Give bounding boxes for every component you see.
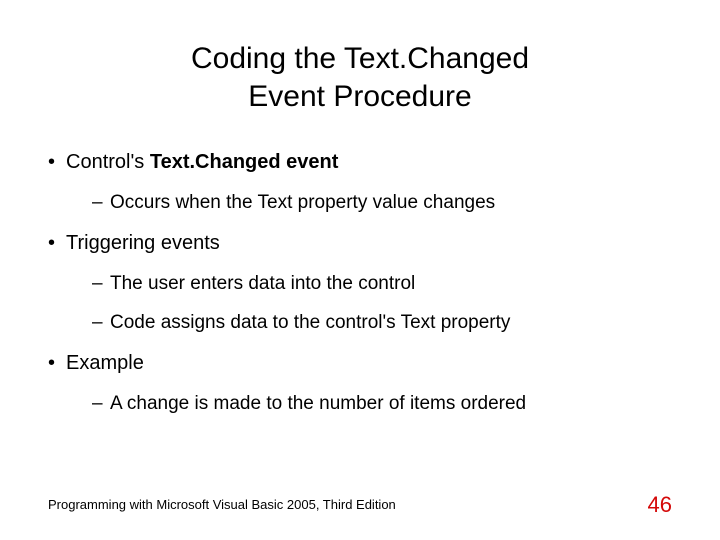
slide: Coding the Text.Changed Event Procedure …: [0, 0, 720, 540]
bullet-1-sub-1: Occurs when the Text property value chan…: [66, 190, 672, 216]
bullet-1: Control's Text.Changed event Occurs when…: [48, 149, 672, 216]
bullet-3-text: Example: [66, 352, 144, 374]
bullet-1-prefix: Control's: [66, 151, 150, 173]
page-number: 46: [648, 492, 672, 518]
bullet-2: Triggering events The user enters data i…: [48, 230, 672, 336]
title-line-2: Event Procedure: [248, 80, 471, 113]
title-line-1: Coding the Text.Changed: [191, 42, 529, 75]
footer-source: Programming with Microsoft Visual Basic …: [48, 497, 396, 512]
bullet-2-text: Triggering events: [66, 232, 220, 254]
bullet-1-bold: Text.Changed event: [150, 151, 339, 173]
bullet-3: Example A change is made to the number o…: [48, 350, 672, 417]
bullet-3-sub-1: A change is made to the number of items …: [66, 391, 672, 417]
bullet-2-sub-2: Code assigns data to the control's Text …: [66, 310, 672, 336]
slide-content: Control's Text.Changed event Occurs when…: [48, 149, 672, 417]
bullet-2-sub-1: The user enters data into the control: [66, 271, 672, 297]
slide-title: Coding the Text.Changed Event Procedure: [48, 40, 672, 115]
